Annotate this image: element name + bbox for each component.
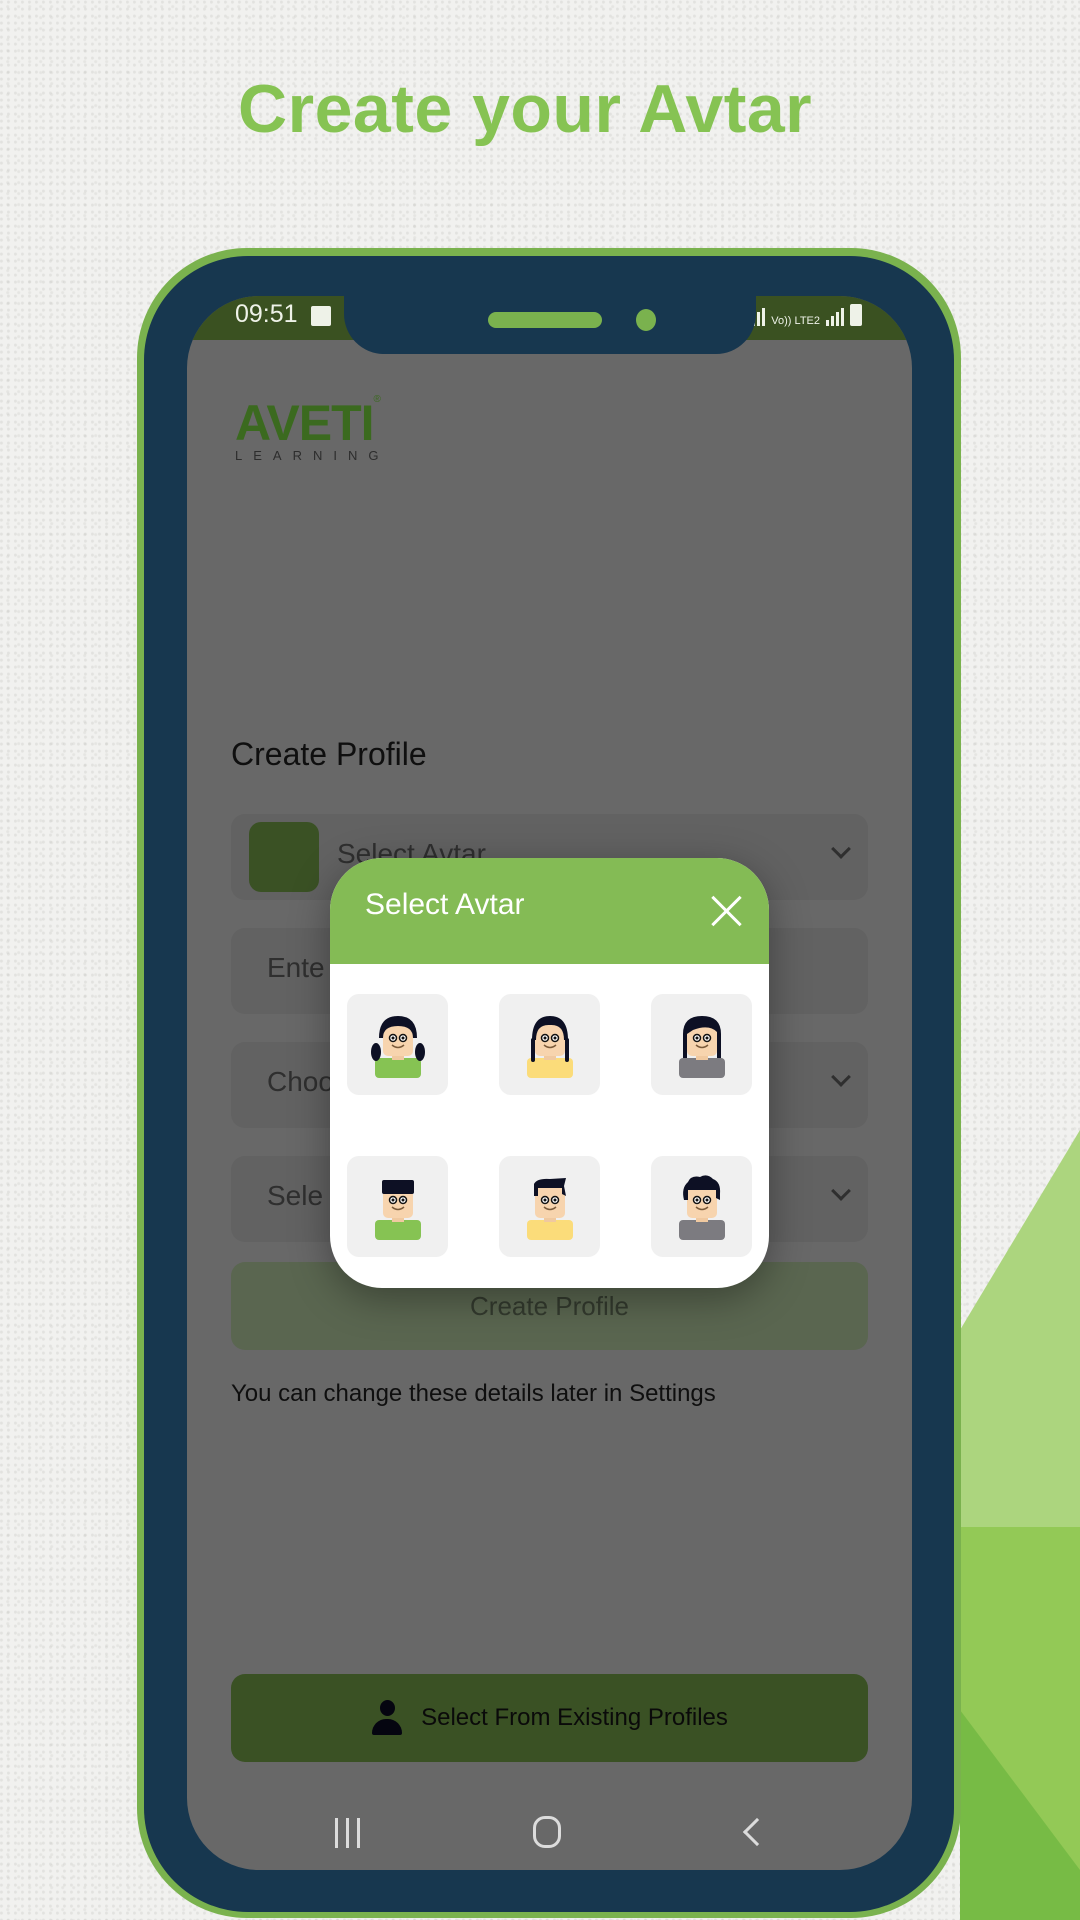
avatar-option-boy-quiff-yellow[interactable] [499,1156,600,1257]
select-avatar-modal: Select Avtar [330,858,769,1288]
avatar-illustration-icon [527,1016,573,1078]
select-placeholder: Sele [267,1180,324,1211]
modal-title: Select Avtar [365,888,525,921]
section-title: Create Profile [231,736,427,772]
chevron-down-icon [831,839,851,859]
avatar-illustration-icon [679,1175,725,1240]
avatar-illustration-icon [375,1180,421,1240]
settings-hint: You can change these details later in Se… [231,1380,716,1407]
page-headline: Create your Avtar [238,71,813,147]
status-indicators: Vo)) LTE2 [747,304,862,327]
speaker-icon [488,312,602,328]
chevron-down-icon [831,1067,851,1087]
aveti-logo: AVETI® LEARNING [235,394,389,463]
gallery-notification-icon [311,306,331,326]
avatar-preview [249,822,319,892]
name-placeholder: Ente [267,952,325,983]
choose-placeholder: Choo [267,1066,334,1097]
recent-apps-button[interactable] [335,1818,360,1848]
avatar-option-girl-long-gray[interactable] [651,994,752,1095]
camera-icon [636,309,656,331]
person-icon [371,1700,403,1736]
phone-notch [344,256,756,354]
avatar-option-girl-braids-yellow[interactable] [499,994,600,1095]
battery-icon [850,304,862,326]
signal-2-icon [826,308,844,326]
back-button[interactable] [742,1817,772,1847]
modal-header: Select Avtar [330,858,769,964]
avatar-illustration-icon [527,1178,573,1240]
avatar-illustration-icon [371,1016,425,1078]
existing-profiles-label: Select From Existing Profiles [421,1704,728,1731]
logo-subtitle: LEARNING [235,448,390,463]
network-type-label: Vo)) LTE2 [771,315,820,327]
logo-text: AVETI [235,395,375,451]
avatar-option-boy-flat-green[interactable] [347,1156,448,1257]
android-nav-bar [187,1800,912,1870]
avatar-option-boy-curly-gray[interactable] [651,1156,752,1257]
avatar-illustration-icon [679,1016,725,1078]
home-button[interactable] [533,1816,561,1848]
logo-registered: ® [373,394,381,405]
status-time: 09:51 [235,300,298,328]
chevron-down-icon [831,1181,851,1201]
select-existing-profiles-button[interactable]: Select From Existing Profiles [231,1674,868,1762]
close-icon[interactable] [710,894,744,928]
avatar-option-girl-pigtails-green[interactable] [347,994,448,1095]
